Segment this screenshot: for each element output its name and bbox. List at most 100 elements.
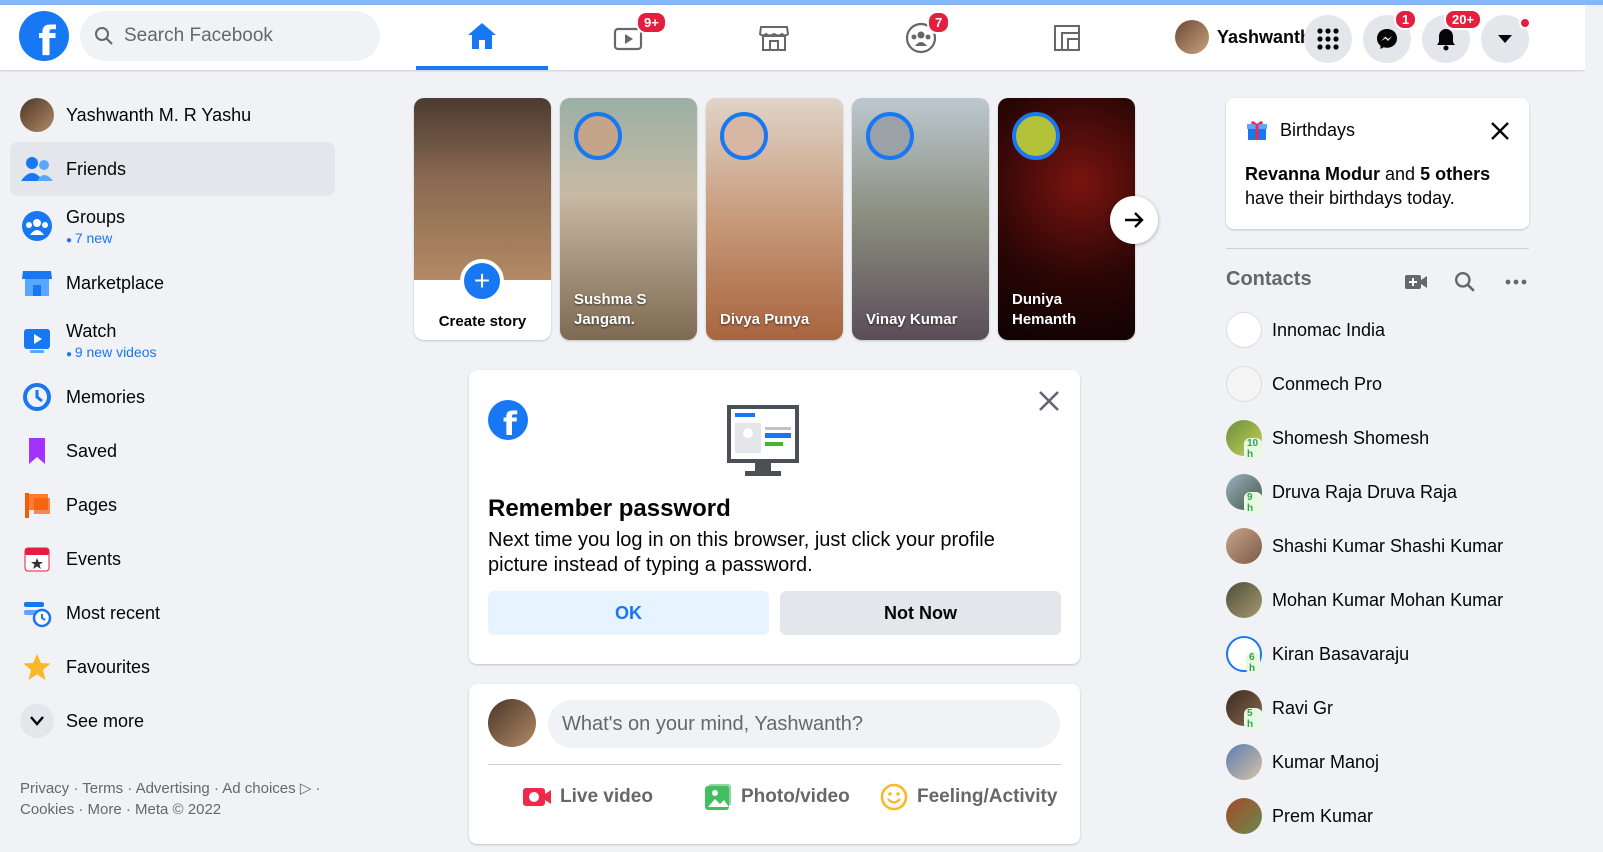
- memories-icon: [23, 383, 51, 411]
- nav-tab-watch[interactable]: 9+: [562, 5, 694, 70]
- sidebar-item-events[interactable]: Events: [10, 532, 335, 586]
- photo-icon: [705, 784, 731, 810]
- bell-icon: [1437, 29, 1455, 51]
- new-room-button[interactable]: [1402, 268, 1430, 296]
- avatar: [1012, 112, 1060, 160]
- contact-item[interactable]: Kumar Manoj: [1226, 742, 1379, 782]
- most-recent-icon: [24, 602, 52, 628]
- contact-item[interactable]: Shashi Kumar Shashi Kumar: [1226, 526, 1503, 566]
- nav-tab-groups[interactable]: 7: [855, 5, 987, 70]
- not-now-button[interactable]: Not Now: [780, 591, 1061, 635]
- avatar: [1175, 20, 1209, 54]
- contact-item[interactable]: 10 h Shomesh Shomesh: [1226, 418, 1429, 460]
- birthday-rest: have their birthdays today.: [1245, 188, 1455, 208]
- ok-button[interactable]: OK: [488, 591, 769, 635]
- contact-item[interactable]: Innomac India: [1226, 310, 1385, 350]
- close-icon[interactable]: [1487, 118, 1513, 144]
- contact-item[interactable]: Conmech Pro: [1226, 364, 1382, 404]
- create-story-card[interactable]: + Create story: [414, 98, 551, 340]
- avatar: 5 h: [1226, 690, 1262, 730]
- computer-illustration-icon: [727, 405, 799, 476]
- calendar-icon: [24, 547, 50, 572]
- live-video-button[interactable]: Live video: [522, 782, 653, 812]
- nav-tab-home[interactable]: [416, 5, 548, 70]
- sidebar-item-saved[interactable]: Saved: [10, 424, 335, 478]
- grid-menu-icon: [1317, 28, 1339, 50]
- stories-next-button[interactable]: [1110, 196, 1158, 244]
- friends-icon: [21, 157, 53, 181]
- remember-title: Remember password: [488, 495, 731, 522]
- avatar: [1226, 582, 1262, 618]
- avatar: [1226, 366, 1262, 402]
- contacts-options-button[interactable]: [1502, 268, 1530, 296]
- sidebar-item-groups[interactable]: Groups 7 new: [10, 196, 335, 256]
- groups-badge: 7: [927, 11, 951, 34]
- gift-icon: [1247, 121, 1267, 140]
- sidebar-item-sub[interactable]: 9 new videos: [66, 344, 157, 360]
- sidebar-item-marketplace[interactable]: Marketplace: [10, 256, 335, 310]
- sidebar-item-label: Pages: [66, 494, 118, 515]
- sidebar-item-profile[interactable]: Yashwanth M. R Yashu: [10, 88, 335, 142]
- active-time-badge: 6 h: [1246, 652, 1260, 674]
- sidebar-item-favourites[interactable]: Favourites: [10, 640, 335, 694]
- messenger-badge: 1: [1394, 9, 1418, 30]
- contact-item[interactable]: 9 h Druva Raja Druva Raja: [1226, 472, 1457, 514]
- sidebar-item-see-more[interactable]: See more: [10, 694, 335, 748]
- nav-tab-gaming[interactable]: [1001, 5, 1133, 70]
- contact-item[interactable]: Mohan Kumar Mohan Kumar: [1226, 580, 1503, 620]
- contact-item[interactable]: Prem Kumar: [1226, 796, 1373, 836]
- search-contacts-button[interactable]: [1451, 268, 1479, 296]
- account-button[interactable]: [1481, 15, 1531, 63]
- birthday-others[interactable]: 5 others: [1420, 164, 1490, 184]
- sidebar-item-sub[interactable]: 7 new: [66, 230, 125, 246]
- story-card[interactable]: Divya Punya: [706, 98, 843, 340]
- story-author: Sushma S Jangam.: [574, 291, 647, 328]
- birthday-name[interactable]: Revanna Modur: [1245, 164, 1380, 184]
- contact-name: Kiran Basavaraju: [1272, 643, 1410, 664]
- remember-password-card: f Remember password Next time you log in…: [469, 370, 1080, 664]
- notifications-badge: 20+: [1444, 9, 1483, 30]
- messenger-button[interactable]: 1: [1363, 9, 1418, 63]
- account-alert-dot: [1519, 17, 1531, 29]
- facebook-logo-icon[interactable]: f: [19, 11, 69, 61]
- menu-button[interactable]: [1304, 15, 1352, 63]
- header-profile-link[interactable]: Yashwanth: [1175, 17, 1321, 57]
- left-sidebar: Yashwanth M. R Yashu Friends Groups 7 new…: [10, 88, 335, 748]
- scrollbar[interactable]: [1585, 5, 1603, 852]
- contact-item[interactable]: 5 h Ravi Gr: [1226, 688, 1334, 730]
- contact-name: Shashi Kumar Shashi Kumar: [1272, 535, 1504, 556]
- sidebar-item-most-recent[interactable]: Most recent: [10, 586, 335, 640]
- search-input[interactable]: [124, 25, 364, 47]
- contact-name: Innomac India: [1272, 319, 1386, 340]
- avatar: [574, 112, 622, 160]
- search-box[interactable]: [80, 11, 380, 61]
- notifications-button[interactable]: 20+: [1422, 9, 1483, 63]
- story-card[interactable]: Sushma S Jangam.: [560, 98, 697, 340]
- avatar[interactable]: [488, 699, 536, 747]
- feeling-activity-label: Feeling/Activity: [917, 786, 1058, 807]
- close-icon[interactable]: [1036, 388, 1062, 414]
- avatar: [866, 112, 914, 160]
- contacts-title: Contacts: [1226, 268, 1312, 290]
- contact-name: Mohan Kumar Mohan Kumar: [1272, 589, 1504, 610]
- active-time-badge: 9 h: [1244, 492, 1262, 514]
- feeling-activity-button[interactable]: Feeling/Activity: [879, 782, 1057, 812]
- story-card[interactable]: Vinay Kumar: [852, 98, 989, 340]
- divider: [488, 764, 1061, 765]
- profile-photo: [414, 98, 551, 280]
- sidebar-item-memories[interactable]: Memories: [10, 370, 335, 424]
- arrow-right-icon: [1125, 212, 1144, 228]
- story-author: Divya Punya: [720, 311, 810, 328]
- sidebar-item-friends[interactable]: Friends: [10, 142, 335, 196]
- contact-name: Ravi Gr: [1272, 697, 1334, 718]
- footer-links[interactable]: Privacy · Terms · Advertising · Ad choic…: [20, 778, 340, 820]
- sidebar-item-label: Memories: [66, 386, 146, 407]
- sidebar-item-pages[interactable]: Pages: [10, 478, 335, 532]
- photo-video-button[interactable]: Photo/video: [703, 782, 850, 812]
- contact-item[interactable]: 6 h Kiran Basavaraju: [1226, 634, 1409, 674]
- contact-name: Kumar Manoj: [1272, 751, 1380, 772]
- composer-input[interactable]: What's on your mind, Yashwanth?: [548, 700, 1060, 748]
- nav-tab-marketplace[interactable]: [708, 5, 840, 70]
- plus-icon[interactable]: +: [460, 259, 504, 303]
- sidebar-item-watch[interactable]: Watch 9 new videos: [10, 310, 335, 370]
